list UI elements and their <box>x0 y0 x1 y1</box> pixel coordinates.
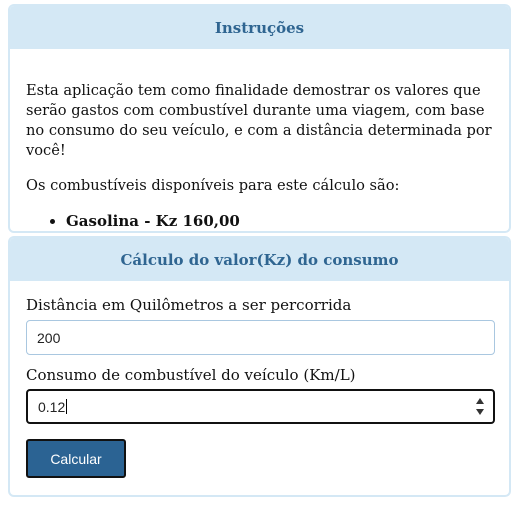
calculator-form: Distância em Quilômetros a ser percorrid… <box>10 296 509 478</box>
distance-value: 200 <box>37 329 61 346</box>
text-caret <box>66 399 68 414</box>
fuel-list: Gasolina - Kz 160,00 <box>26 211 493 231</box>
calculator-title: Cálculo do valor(Kz) do consumo <box>10 238 509 281</box>
instructions-panel: Instruções Esta aplicação tem como final… <box>8 4 511 233</box>
fuels-intro-text: Os combustíveis disponíveis para este cá… <box>26 177 400 194</box>
distance-label: Distância em Quilômetros a ser percorrid… <box>26 296 352 314</box>
intro-text: Esta aplicação tem como finalidade demos… <box>26 82 492 159</box>
fuel-item-gasolina: Gasolina - Kz 160,00 <box>66 211 493 231</box>
distance-input[interactable]: 200 <box>26 320 495 355</box>
consumption-input[interactable]: 0.12 <box>26 389 495 424</box>
spin-down-icon[interactable] <box>475 409 484 415</box>
number-spinner[interactable] <box>475 398 484 415</box>
spin-up-icon[interactable] <box>475 398 484 404</box>
consumption-label: Consumo de combustível do veículo (Km/L) <box>26 366 356 384</box>
consumption-value: 0.12 <box>38 398 66 415</box>
calculator-panel: Cálculo do valor(Kz) do consumo Distânci… <box>8 236 511 497</box>
instructions-body: Esta aplicação tem como finalidade demos… <box>10 81 509 231</box>
instructions-title: Instruções <box>10 6 509 49</box>
calculate-button[interactable]: Calcular <box>26 439 126 478</box>
